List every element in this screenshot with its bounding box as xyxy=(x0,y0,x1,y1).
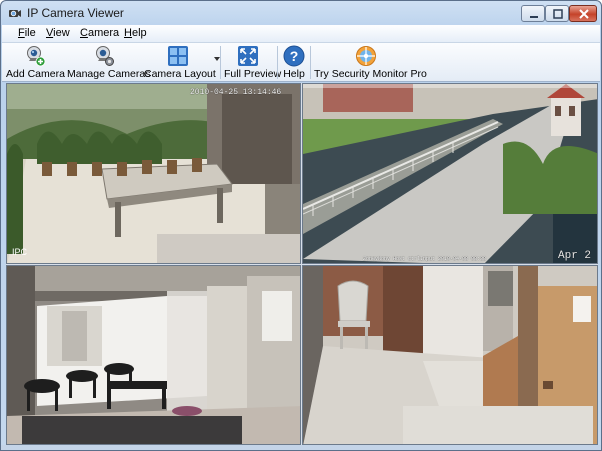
add-camera-button[interactable]: Add Camera xyxy=(6,43,65,82)
add-camera-label: Add Camera xyxy=(6,68,65,80)
camera-label: IPC xyxy=(12,247,28,257)
camera-grid: 2010-04-25 13:14:46 IPC ZoneyNony Host c… xyxy=(6,83,598,445)
camera-view-1[interactable]: 2010-04-25 13:14:46 IPC xyxy=(6,83,301,264)
try-pro-label: Try Security Monitor Pro xyxy=(314,68,427,80)
toolbar: Add Camera Manage Cameras Camera Layout xyxy=(2,43,600,82)
maximize-icon xyxy=(553,9,563,19)
toolbar-separator xyxy=(277,46,278,79)
app-window: IP Camera Viewer File View Camera Help A… xyxy=(0,0,602,451)
menu-bar: File View Camera Help xyxy=(2,25,600,43)
help-label: Help xyxy=(283,68,305,80)
camera-view-4[interactable] xyxy=(302,265,598,445)
grid-layout-icon xyxy=(168,46,188,66)
menu-camera[interactable]: Camera xyxy=(80,27,119,39)
status-bar xyxy=(1,445,601,450)
target-icon xyxy=(356,46,376,66)
camera-layout-button[interactable]: Camera Layout xyxy=(144,43,216,82)
camera-label: Apr 2 xyxy=(558,250,592,262)
camera-layout-label: Camera Layout xyxy=(144,68,216,80)
camera-feed-image xyxy=(303,84,597,263)
try-security-monitor-pro-button[interactable]: Try Security Monitor Pro xyxy=(314,43,427,82)
camera-view-2[interactable]: ZoneyNony Host ctrlInput 2010-04-08 08:3… xyxy=(302,83,598,264)
manage-cameras-button[interactable]: Manage Cameras xyxy=(67,43,151,82)
app-camera-icon xyxy=(9,10,21,17)
menu-file[interactable]: File xyxy=(18,27,36,39)
camera-timestamp: 2010-04-25 13:14:46 xyxy=(190,88,282,97)
close-button[interactable] xyxy=(569,5,597,22)
close-icon xyxy=(579,9,589,19)
minimize-button[interactable] xyxy=(521,5,545,22)
full-preview-button[interactable]: Full Preview xyxy=(224,43,282,82)
menu-help[interactable]: Help xyxy=(124,27,147,39)
expand-arrows-icon xyxy=(238,46,258,66)
camera-feed-image xyxy=(7,266,300,444)
toolbar-separator xyxy=(220,46,221,79)
camera-view-3[interactable] xyxy=(6,265,301,445)
webcam-plus-icon xyxy=(27,46,46,67)
webcam-gear-icon xyxy=(96,46,114,66)
full-preview-label: Full Preview xyxy=(224,68,282,80)
camera-feed-image xyxy=(303,266,597,444)
manage-cameras-label: Manage Cameras xyxy=(67,68,151,80)
window-title: IP Camera Viewer xyxy=(27,6,124,20)
camera-timestamp: ZoneyNony Host ctrlInput 2010-04-08 08:3… xyxy=(363,256,487,262)
minimize-icon xyxy=(530,16,538,18)
title-bar[interactable]: IP Camera Viewer xyxy=(1,1,601,25)
question-icon: ? xyxy=(283,45,305,67)
camera-feed-image xyxy=(7,84,300,263)
toolbar-separator xyxy=(310,46,311,79)
maximize-button[interactable] xyxy=(545,5,569,22)
menu-view[interactable]: View xyxy=(46,27,70,39)
help-button[interactable]: ? Help xyxy=(281,43,307,82)
svg-text:?: ? xyxy=(290,48,299,64)
